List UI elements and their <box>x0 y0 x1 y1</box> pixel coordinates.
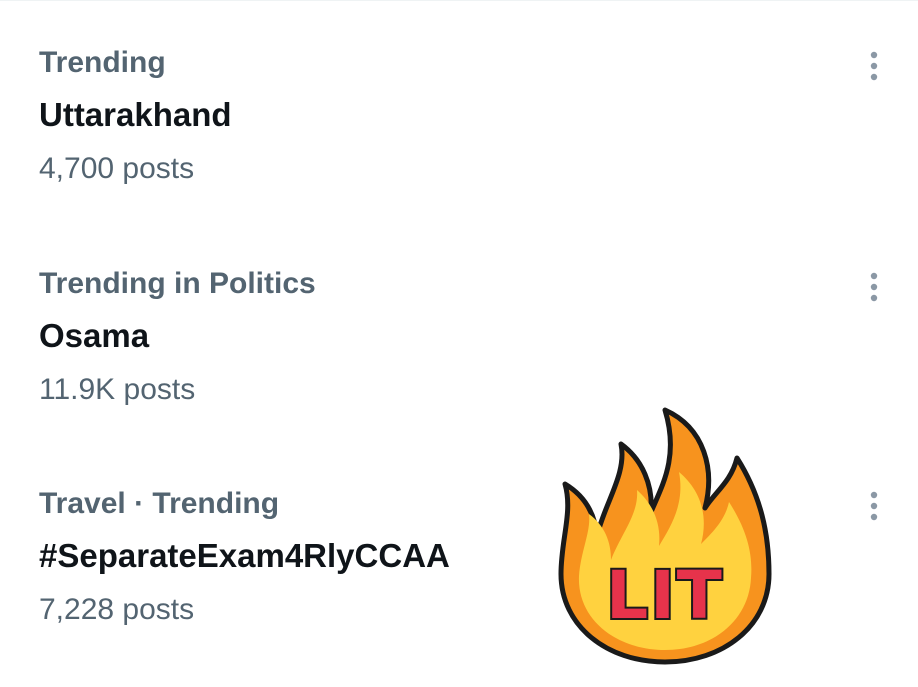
trend-item[interactable]: Trending Uttarakhand 4,700 posts <box>0 46 918 246</box>
sticker-text: LIT <box>606 557 724 634</box>
trend-title[interactable]: Uttarakhand <box>39 96 232 134</box>
trend-post-count: 7,228 posts <box>39 593 195 626</box>
more-options-button[interactable] <box>856 269 892 305</box>
more-options-button[interactable] <box>856 488 892 524</box>
trend-item[interactable]: Trending in Politics Osama 11.9K posts <box>0 267 918 467</box>
trend-item[interactable]: Travel · Trending #SeparateExam4RlyCCAA … <box>0 487 918 687</box>
trend-context: Trending in Politics <box>39 267 316 300</box>
trend-post-count: 4,700 posts <box>39 152 195 185</box>
lit-flame-sticker: LIT <box>558 407 772 665</box>
trend-context: Trending <box>39 46 166 79</box>
trend-title[interactable]: Osama <box>39 317 149 355</box>
more-vertical-icon <box>870 272 878 302</box>
more-vertical-icon <box>870 491 878 521</box>
trend-title[interactable]: #SeparateExam4RlyCCAA <box>39 537 450 575</box>
top-divider <box>0 0 918 1</box>
more-options-button[interactable] <box>856 48 892 84</box>
trend-context: Travel · Trending <box>39 487 280 520</box>
more-vertical-icon <box>870 51 878 81</box>
trend-post-count: 11.9K posts <box>39 373 196 406</box>
